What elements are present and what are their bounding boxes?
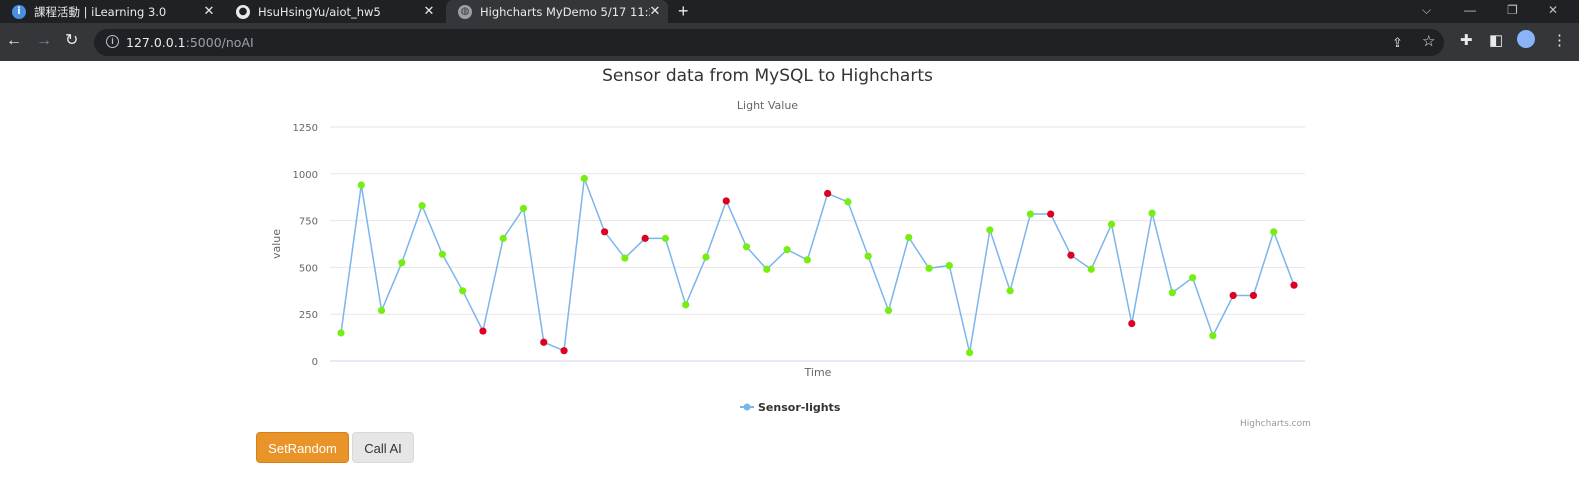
series-markers	[337, 174, 1298, 357]
data-point-marker[interactable]	[844, 198, 852, 206]
data-point-marker[interactable]	[418, 202, 426, 210]
data-point-marker[interactable]	[519, 204, 528, 213]
call-ai-button[interactable]: Call AI	[352, 432, 414, 463]
data-point-marker[interactable]	[682, 301, 690, 309]
data-point-marker[interactable]	[1128, 319, 1136, 328]
data-point-marker[interactable]	[1107, 220, 1116, 228]
y-tick-label: 250	[299, 310, 318, 321]
data-point-marker[interactable]	[803, 256, 811, 264]
data-point-marker[interactable]	[986, 226, 994, 234]
data-point-marker[interactable]	[905, 233, 913, 242]
y-grid	[330, 126, 1305, 315]
data-point-marker[interactable]	[641, 234, 649, 242]
data-point-marker[interactable]	[600, 228, 609, 236]
data-point-marker[interactable]	[783, 246, 791, 254]
data-point-marker[interactable]	[357, 181, 365, 189]
data-point-marker[interactable]	[1270, 228, 1278, 236]
y-axis-label: value	[270, 229, 283, 259]
y-tick-label: 1250	[293, 123, 318, 134]
data-point-marker[interactable]	[1290, 281, 1298, 289]
highcharts-credits-link[interactable]: Highcharts.com	[1240, 419, 1311, 429]
data-point-marker[interactable]	[1249, 291, 1258, 300]
y-tick-label: 0	[312, 357, 318, 368]
data-point-marker[interactable]	[398, 259, 406, 267]
data-point-marker[interactable]	[337, 329, 345, 337]
data-point-marker[interactable]	[459, 287, 467, 295]
data-point-marker[interactable]	[1087, 265, 1095, 273]
data-point-marker[interactable]	[864, 252, 872, 260]
data-point-marker[interactable]	[1229, 291, 1237, 300]
data-point-marker[interactable]	[824, 189, 832, 198]
data-point-marker[interactable]	[1209, 332, 1217, 340]
line-chart: 0 250 500 750 1000 1250 value Time Sensor-lig…	[270, 123, 1305, 414]
set-random-button[interactable]: SetRandom	[256, 432, 349, 463]
y-axis-ticks: 0 250 500 750 1000 1250	[293, 123, 318, 368]
legend-marker-symbol	[743, 403, 751, 411]
data-point-marker[interactable]	[965, 348, 974, 357]
data-point-marker[interactable]	[1026, 210, 1035, 218]
data-point-marker[interactable]	[925, 264, 933, 272]
data-point-marker[interactable]	[499, 234, 507, 242]
legend-item-label[interactable]: Sensor-lights	[758, 401, 841, 414]
y-tick-label: 1000	[293, 170, 318, 181]
data-point-marker[interactable]	[438, 250, 446, 258]
x-axis-label: Time	[804, 366, 832, 379]
data-point-marker[interactable]	[479, 327, 487, 335]
data-point-marker[interactable]	[540, 338, 548, 346]
data-point-marker[interactable]	[722, 197, 730, 205]
data-point-marker[interactable]	[702, 253, 710, 261]
data-point-marker[interactable]	[1168, 289, 1176, 297]
series-line-sensor-lights	[340, 178, 1295, 353]
data-point-marker[interactable]	[1148, 209, 1156, 217]
data-point-marker[interactable]	[377, 306, 386, 315]
data-point-marker[interactable]	[1189, 274, 1197, 282]
data-point-marker[interactable]	[742, 243, 751, 251]
y-tick-label: 500	[299, 263, 318, 274]
data-point-marker[interactable]	[580, 174, 588, 183]
data-point-marker[interactable]	[661, 234, 670, 242]
data-point-marker[interactable]	[945, 261, 953, 270]
data-point-marker[interactable]	[884, 306, 893, 315]
data-point-marker[interactable]	[621, 254, 629, 262]
data-point-marker[interactable]	[1067, 251, 1075, 259]
data-point-marker[interactable]	[1006, 287, 1014, 295]
y-tick-label: 750	[299, 217, 318, 228]
data-point-marker[interactable]	[560, 347, 568, 355]
data-point-marker[interactable]	[1047, 210, 1055, 218]
legend[interactable]: Sensor-lights	[740, 401, 841, 414]
data-point-marker[interactable]	[763, 265, 771, 273]
